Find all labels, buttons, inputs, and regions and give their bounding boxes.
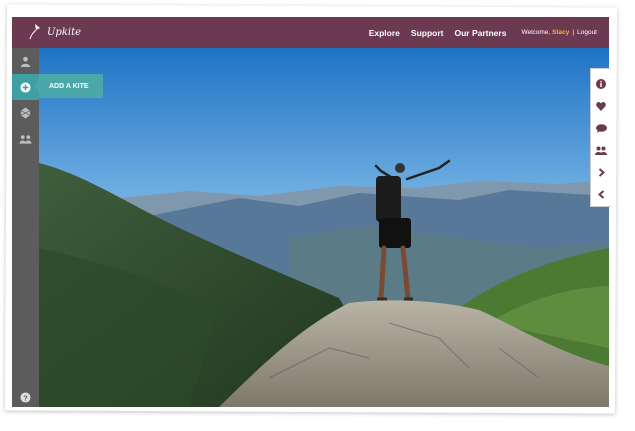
- main-nav: Explore Support Our Partners Welcome, St…: [369, 17, 597, 48]
- left-sidebar: [12, 48, 39, 407]
- nav-explore[interactable]: Explore: [369, 28, 400, 38]
- separator: |: [572, 29, 575, 36]
- favorite-button[interactable]: [596, 95, 606, 117]
- logo-text: Upkite: [47, 26, 82, 38]
- mountain-summit-photo: [39, 48, 609, 407]
- people-icon: [595, 146, 607, 155]
- chevron-left-icon: [597, 189, 604, 199]
- logo[interactable]: Upkite: [26, 22, 81, 42]
- comment-icon: [595, 123, 607, 133]
- help-button[interactable]: ?: [12, 388, 39, 406]
- community-button[interactable]: [12, 126, 39, 152]
- info-button[interactable]: [596, 73, 606, 95]
- info-icon: [596, 79, 606, 89]
- help-icon: ?: [20, 391, 31, 403]
- comment-button[interactable]: [595, 117, 607, 139]
- kites-button[interactable]: [12, 100, 39, 126]
- profile-button[interactable]: [12, 48, 39, 74]
- kite-logo-icon: [29, 24, 40, 40]
- nav-our-partners[interactable]: Our Partners: [454, 28, 506, 38]
- plus-circle-icon: [20, 81, 31, 93]
- welcome-prefix: Welcome,: [521, 29, 551, 36]
- add-a-kite-tooltip[interactable]: ADD A KITE: [34, 74, 103, 98]
- top-navigation-bar: Upkite Explore Support Our Partners Welc…: [12, 17, 609, 48]
- chevron-right-icon: [598, 167, 605, 177]
- welcome-message: Welcome, Stacy: [521, 29, 569, 36]
- hero-photo: [39, 48, 609, 407]
- collapse-button[interactable]: [597, 183, 605, 205]
- logout-link[interactable]: Logout: [577, 29, 597, 36]
- heart-icon: [596, 101, 606, 111]
- people-button[interactable]: [595, 139, 607, 161]
- user-icon: [20, 56, 31, 67]
- group-icon: [19, 135, 32, 144]
- next-button[interactable]: [598, 161, 605, 183]
- nav-support[interactable]: Support: [411, 28, 444, 38]
- username-link[interactable]: Stacy: [552, 29, 569, 36]
- right-action-bar: [590, 68, 611, 207]
- kite-icon: [20, 107, 31, 119]
- svg-text:?: ?: [23, 393, 28, 402]
